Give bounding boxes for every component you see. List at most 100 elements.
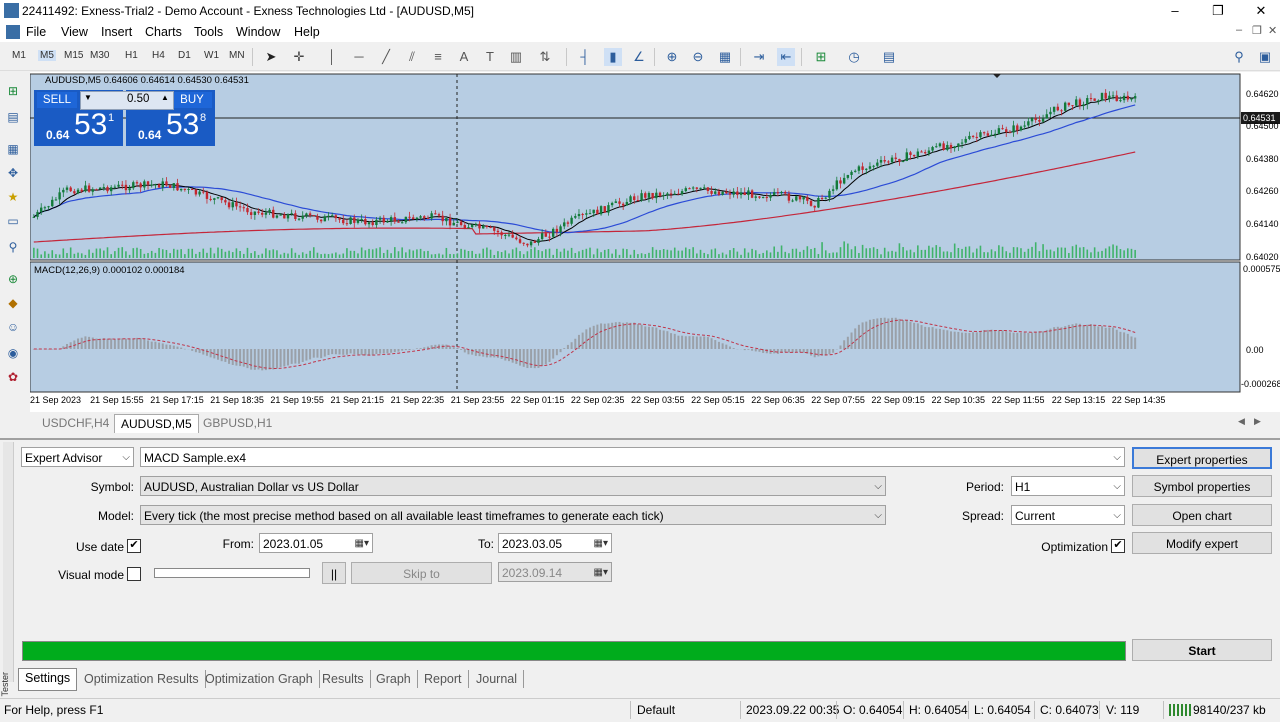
mdi-minimize-icon[interactable]: – [1236,24,1242,36]
timeframe-d1[interactable]: D1 [178,50,191,61]
bar-chart-icon[interactable]: ┤ [576,48,594,66]
cursor-icon[interactable]: ➤ [262,48,280,66]
tab-results[interactable]: Results [316,670,371,688]
tab-optimization-results[interactable]: Optimization Results [78,670,206,688]
visual-speed-slider[interactable] [154,568,310,578]
timeframe-h1[interactable]: H1 [125,50,138,61]
ea-file-select[interactable]: MACD Sample.ex4⌵ [140,447,1125,467]
favorites-icon[interactable]: ★ [4,188,22,206]
chart-shift-icon[interactable]: ⇤ [777,48,795,66]
ea-type-select[interactable]: Expert Advisor⌵ [21,447,134,467]
signals-icon[interactable]: ◉ [4,344,22,362]
menu-window[interactable]: Window [236,25,280,39]
channel-icon[interactable]: ⫽ [403,48,421,66]
tab-journal[interactable]: Journal [470,670,524,688]
chat-icon[interactable]: ▣ [1256,48,1274,66]
fibonacci-icon[interactable]: ≡ [429,48,447,66]
symbol-properties-button[interactable]: Symbol properties [1132,475,1272,497]
pause-button[interactable]: || [322,562,346,584]
tab-audusd-m5[interactable]: AUDUSD,M5 [114,414,199,433]
new-chart-icon[interactable]: ⊞ [4,82,22,100]
menu-view[interactable]: View [61,25,88,39]
price-chart[interactable]: 0.64531 0.64620 0.64500 0.64380 0.64260 … [30,72,1280,412]
horizontal-line-icon[interactable]: ─ [350,48,368,66]
lot-increase-icon[interactable]: ▲ [161,93,169,102]
new-order-icon[interactable]: ⊕ [4,270,22,288]
mdi-close-icon[interactable]: ✕ [1268,24,1277,37]
calendar-icon[interactable]: ▦▾ [594,534,608,554]
crosshair-icon[interactable]: ✛ [290,48,308,66]
timeframe-mn[interactable]: MN [229,50,245,61]
market-icon[interactable]: ✿ [4,368,22,386]
zoom-in-icon[interactable]: ⊕ [663,48,681,66]
skip-date-picker[interactable]: 2023.09.14▦▾ [498,562,612,582]
close-button[interactable]: ✕ [1246,2,1276,20]
tab-graph[interactable]: Graph [370,670,418,688]
history-icon[interactable]: ◆ [4,294,22,312]
visual-mode-checkbox[interactable] [127,567,141,581]
to-date-picker[interactable]: 2023.03.05▦▾ [498,533,612,553]
tab-usdchf-h4[interactable]: USDCHF,H4 [36,414,115,432]
autoscroll-icon[interactable]: ⇥ [750,48,768,66]
optimization-checkbox[interactable]: ✔ [1111,539,1125,553]
tab-optimization-graph[interactable]: Optimization Graph [199,670,320,688]
calendar-icon[interactable]: ▦▾ [355,534,369,554]
connection-status-icon[interactable] [1169,704,1191,716]
lot-size-field[interactable]: ▼ 0.50 ▲ [80,91,174,110]
zoom-out-icon[interactable]: ⊖ [689,48,707,66]
timeframe-m1[interactable]: M1 [12,50,26,61]
arrows-icon[interactable]: ⇅ [536,48,554,66]
tabs-scroll-left-icon[interactable]: ◀ [1238,416,1245,427]
child-window-icon[interactable] [6,25,20,39]
modify-expert-button[interactable]: Modify expert [1132,532,1272,554]
expert-properties-button[interactable]: Expert properties [1132,447,1272,469]
lot-decrease-icon[interactable]: ▼ [84,93,92,102]
tab-report[interactable]: Report [418,670,469,688]
timeframe-w1[interactable]: W1 [204,50,219,61]
line-chart-icon[interactable]: ∠ [630,48,648,66]
templates-icon[interactable]: ▤ [880,48,898,66]
mdi-restore-icon[interactable]: ❐ [1252,24,1262,37]
symbol-select[interactable]: AUDUSD, Australian Dollar vs US Dollar⌵ [140,476,886,496]
open-chart-button[interactable]: Open chart [1132,504,1272,526]
navigator-icon[interactable]: ✥ [4,164,22,182]
tab-settings[interactable]: Settings [18,668,77,691]
skip-to-button[interactable]: Skip to [351,562,492,584]
menu-tools[interactable]: Tools [194,25,223,39]
timeframe-m15[interactable]: M15 [64,50,83,61]
menu-file[interactable]: File [26,25,46,39]
tab-gbpusd-h1[interactable]: GBPUSD,H1 [197,414,278,432]
search-icon[interactable]: ⚲ [1230,48,1248,66]
from-date-picker[interactable]: 2023.01.05▦▾ [259,533,373,553]
candlestick-icon[interactable]: ▮ [604,48,622,66]
grid-objects-icon[interactable]: ▥ [507,48,525,66]
experts-icon[interactable]: ☺ [4,318,22,336]
model-select[interactable]: Every tick (the most precise method base… [140,505,886,525]
strategy-tester-icon[interactable]: ⚲ [4,238,22,256]
spread-select[interactable]: Current⌵ [1011,505,1125,525]
tile-windows-icon[interactable]: ▦ [716,48,734,66]
chart-window[interactable]: 0.64531 0.64620 0.64500 0.64380 0.64260 … [30,72,1280,412]
menu-insert[interactable]: Insert [101,25,132,39]
period-select[interactable]: H1⌵ [1011,476,1125,496]
tabs-scroll-right-icon[interactable]: ▶ [1254,416,1261,427]
periods-icon[interactable]: ◷ [845,48,863,66]
start-button[interactable]: Start [1132,639,1272,661]
data-window-icon[interactable]: ▦ [4,140,22,158]
timeframe-m5[interactable]: M5 [38,50,56,61]
timeframe-m30[interactable]: M30 [90,50,109,61]
menu-charts[interactable]: Charts [145,25,182,39]
timeframe-h4[interactable]: H4 [152,50,165,61]
terminal-icon[interactable]: ▭ [4,212,22,230]
minimize-button[interactable]: – [1160,2,1190,20]
trendline-icon[interactable]: ╱ [377,48,395,66]
use-date-checkbox[interactable]: ✔ [127,539,141,553]
market-watch-icon[interactable]: ▤ [4,108,22,126]
text-icon[interactable]: A [455,48,473,66]
indicators-icon[interactable]: ⊞ [812,48,830,66]
maximize-button[interactable]: ❐ [1203,2,1233,20]
text-label-icon[interactable]: T [481,48,499,66]
vertical-line-icon[interactable]: │ [323,48,341,66]
calendar-icon[interactable]: ▦▾ [594,563,608,583]
menu-help[interactable]: Help [294,25,320,39]
